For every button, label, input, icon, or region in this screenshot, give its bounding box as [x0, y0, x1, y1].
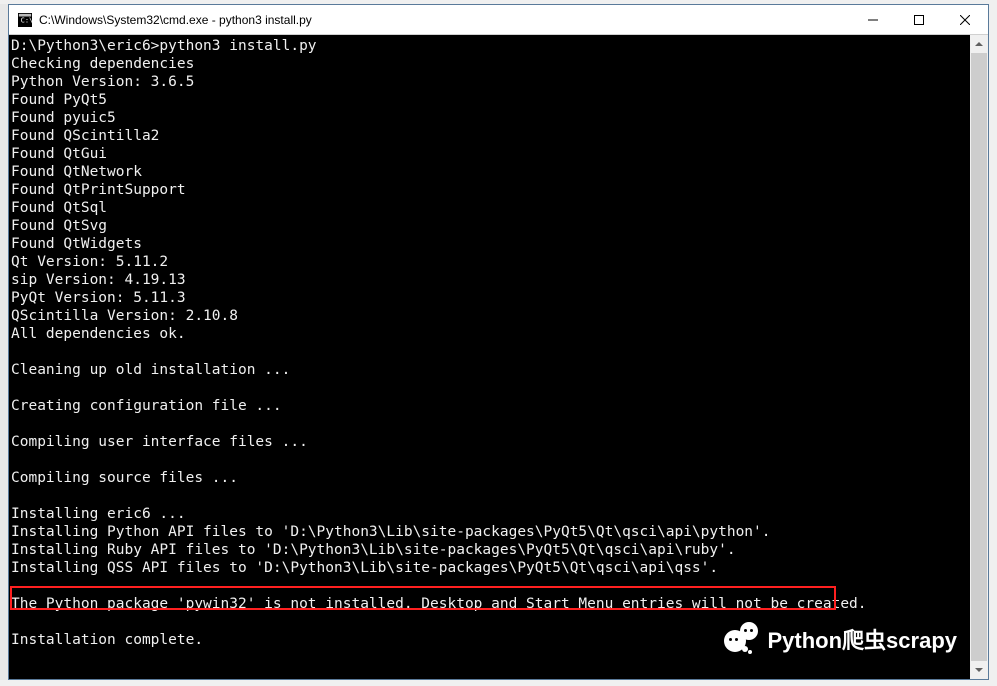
watermark-text: Python爬虫scrapy: [768, 623, 958, 655]
cmd-window: C:\ C:\Windows\System32\cmd.exe - python…: [8, 4, 989, 680]
minimize-button[interactable]: [850, 5, 896, 34]
terminal-area: D:\Python3\eric6>python3 install.py Chec…: [9, 35, 988, 679]
terminal-output[interactable]: D:\Python3\eric6>python3 install.py Chec…: [9, 35, 970, 679]
left-edge-strip: [0, 4, 8, 680]
vertical-scrollbar[interactable]: [970, 35, 988, 679]
wechat-icon: [724, 620, 762, 658]
titlebar[interactable]: C:\ C:\Windows\System32\cmd.exe - python…: [9, 5, 988, 35]
scroll-up-button[interactable]: [970, 35, 988, 53]
svg-text:C:\: C:\: [21, 16, 32, 24]
scrollbar-thumb[interactable]: [971, 53, 987, 661]
close-button[interactable]: [942, 5, 988, 34]
window-controls: [850, 5, 988, 34]
window-title: C:\Windows\System32\cmd.exe - python3 in…: [39, 13, 850, 27]
cmd-icon: C:\: [17, 12, 33, 28]
maximize-button[interactable]: [896, 5, 942, 34]
scroll-down-button[interactable]: [970, 661, 988, 679]
watermark: Python爬虫scrapy: [724, 620, 958, 658]
scrollbar-track[interactable]: [970, 53, 988, 661]
